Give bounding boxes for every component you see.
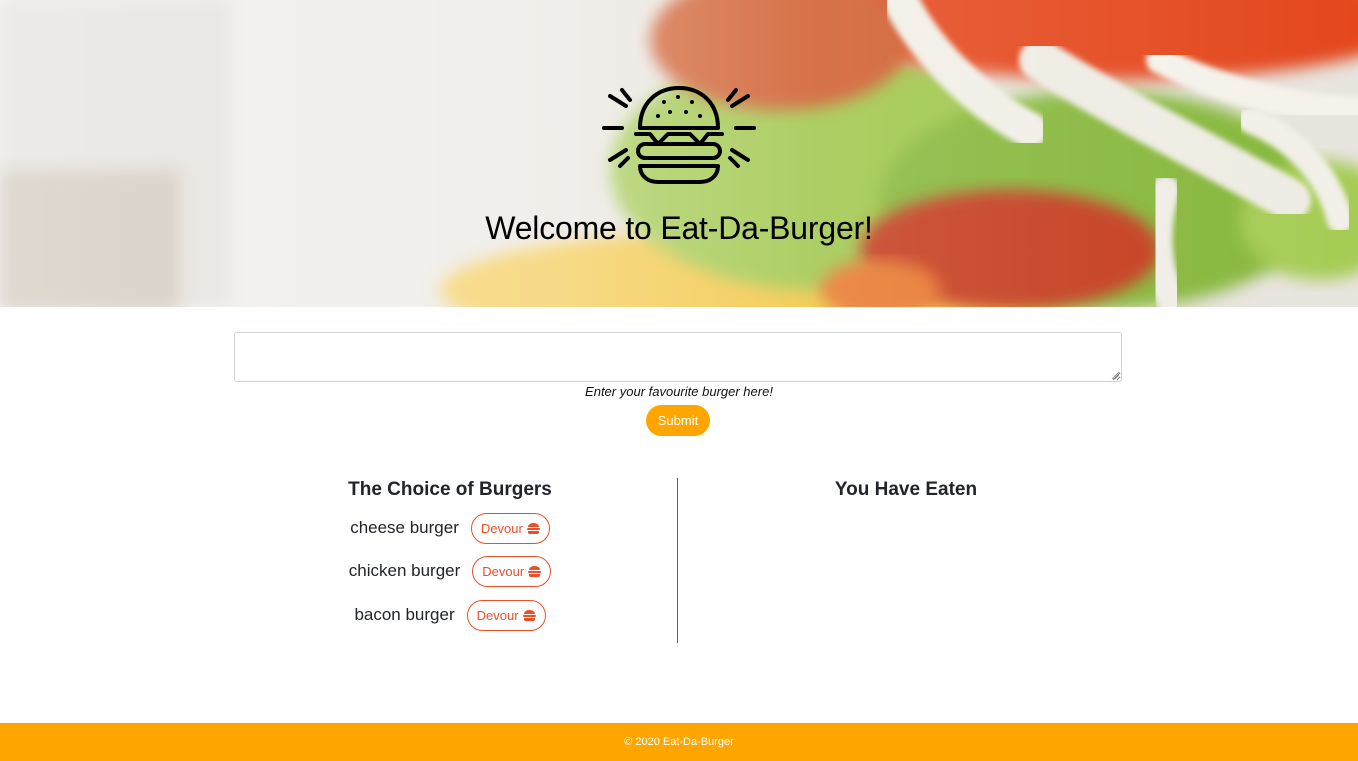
list-item: cheese burger Devour xyxy=(240,512,660,544)
burger-icon xyxy=(526,522,540,534)
burger-icon xyxy=(528,565,542,577)
eaten-heading: You Have Eaten xyxy=(834,479,978,500)
burger-choices-heading: The Choice of Burgers xyxy=(348,479,552,500)
burger-name: chicken burger xyxy=(348,561,461,580)
resize-grip-icon[interactable] xyxy=(1110,370,1120,380)
list-item: chicken burger Devour xyxy=(240,555,660,587)
burger-name-input[interactable] xyxy=(234,332,1122,382)
burger-logo-icon xyxy=(602,86,756,184)
hero-banner: Welcome to Eat-Da-Burger! xyxy=(0,0,1358,307)
devour-button[interactable]: Devour xyxy=(472,555,552,587)
footer-copyright: © 2020 Eat-Da-Burger xyxy=(624,736,734,748)
page-title: Welcome to Eat-Da-Burger! xyxy=(485,210,873,246)
burger-name: bacon burger xyxy=(354,605,455,624)
devour-button[interactable]: Devour xyxy=(470,512,550,544)
devour-button-label: Devour xyxy=(476,607,519,623)
devour-button-label: Devour xyxy=(480,520,523,536)
list-item: bacon burger Devour xyxy=(240,599,660,631)
column-divider xyxy=(677,478,678,643)
devour-button-label: Devour xyxy=(482,563,525,579)
submit-button[interactable]: Submit xyxy=(646,405,710,436)
burger-icon xyxy=(522,609,536,621)
input-helper-text: Enter your favourite burger here! xyxy=(585,384,773,399)
devour-button[interactable]: Devour xyxy=(466,599,546,631)
burger-name: cheese burger xyxy=(350,518,459,537)
footer: © 2020 Eat-Da-Burger xyxy=(0,723,1358,761)
